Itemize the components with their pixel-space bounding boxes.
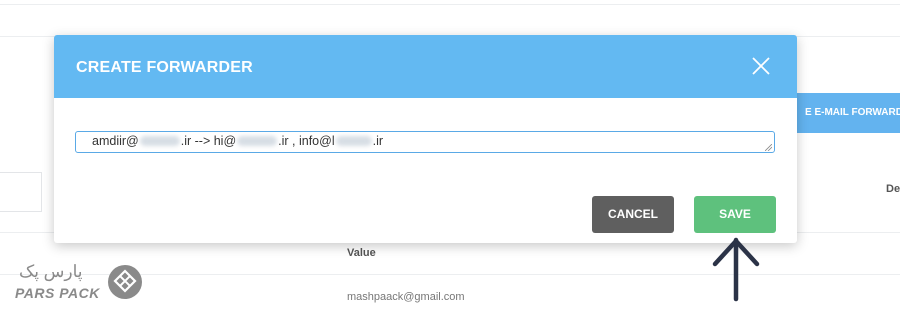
column-header-value: Value	[347, 247, 376, 259]
modal-header: CREATE FORWARDER	[54, 35, 797, 98]
column-header-partial: De	[886, 183, 900, 195]
input-text-part: .ir --> hi@	[180, 134, 237, 148]
modal-title: CREATE FORWARDER	[76, 59, 253, 76]
table-cell-email: mashpaack@gmail.com	[347, 291, 465, 303]
close-icon[interactable]	[751, 56, 771, 76]
create-forwarder-modal: CREATE FORWARDER amdiir@ .ir --> hi@ .ir ,…	[54, 35, 797, 243]
input-text-part: .ir	[372, 134, 384, 148]
up-arrow-icon	[712, 237, 760, 302]
cancel-button[interactable]: CANCEL	[592, 196, 674, 233]
create-email-forwarder-button[interactable]: E E-MAIL FORWARD	[797, 93, 900, 133]
input-text-part: .ir , info@l	[278, 134, 335, 148]
redacted-domain	[139, 136, 180, 146]
parspack-logo: پارس پک PARS PACK	[13, 262, 145, 310]
background-divider-top	[0, 4, 900, 5]
redacted-domain	[237, 136, 278, 146]
redacted-domain	[335, 136, 372, 146]
parspack-logo-icon	[108, 265, 142, 299]
logo-persian-text: پارس پک	[19, 262, 83, 281]
save-button[interactable]: SAVE	[694, 196, 776, 233]
input-text-part: amdiir@	[92, 134, 139, 148]
resize-grip-icon[interactable]	[765, 144, 772, 151]
forwarder-textarea[interactable]: amdiir@ .ir --> hi@ .ir , info@l .ir	[75, 131, 775, 153]
background-filter-box[interactable]	[0, 172, 42, 212]
logo-latin-text: PARS PACK	[15, 285, 100, 301]
